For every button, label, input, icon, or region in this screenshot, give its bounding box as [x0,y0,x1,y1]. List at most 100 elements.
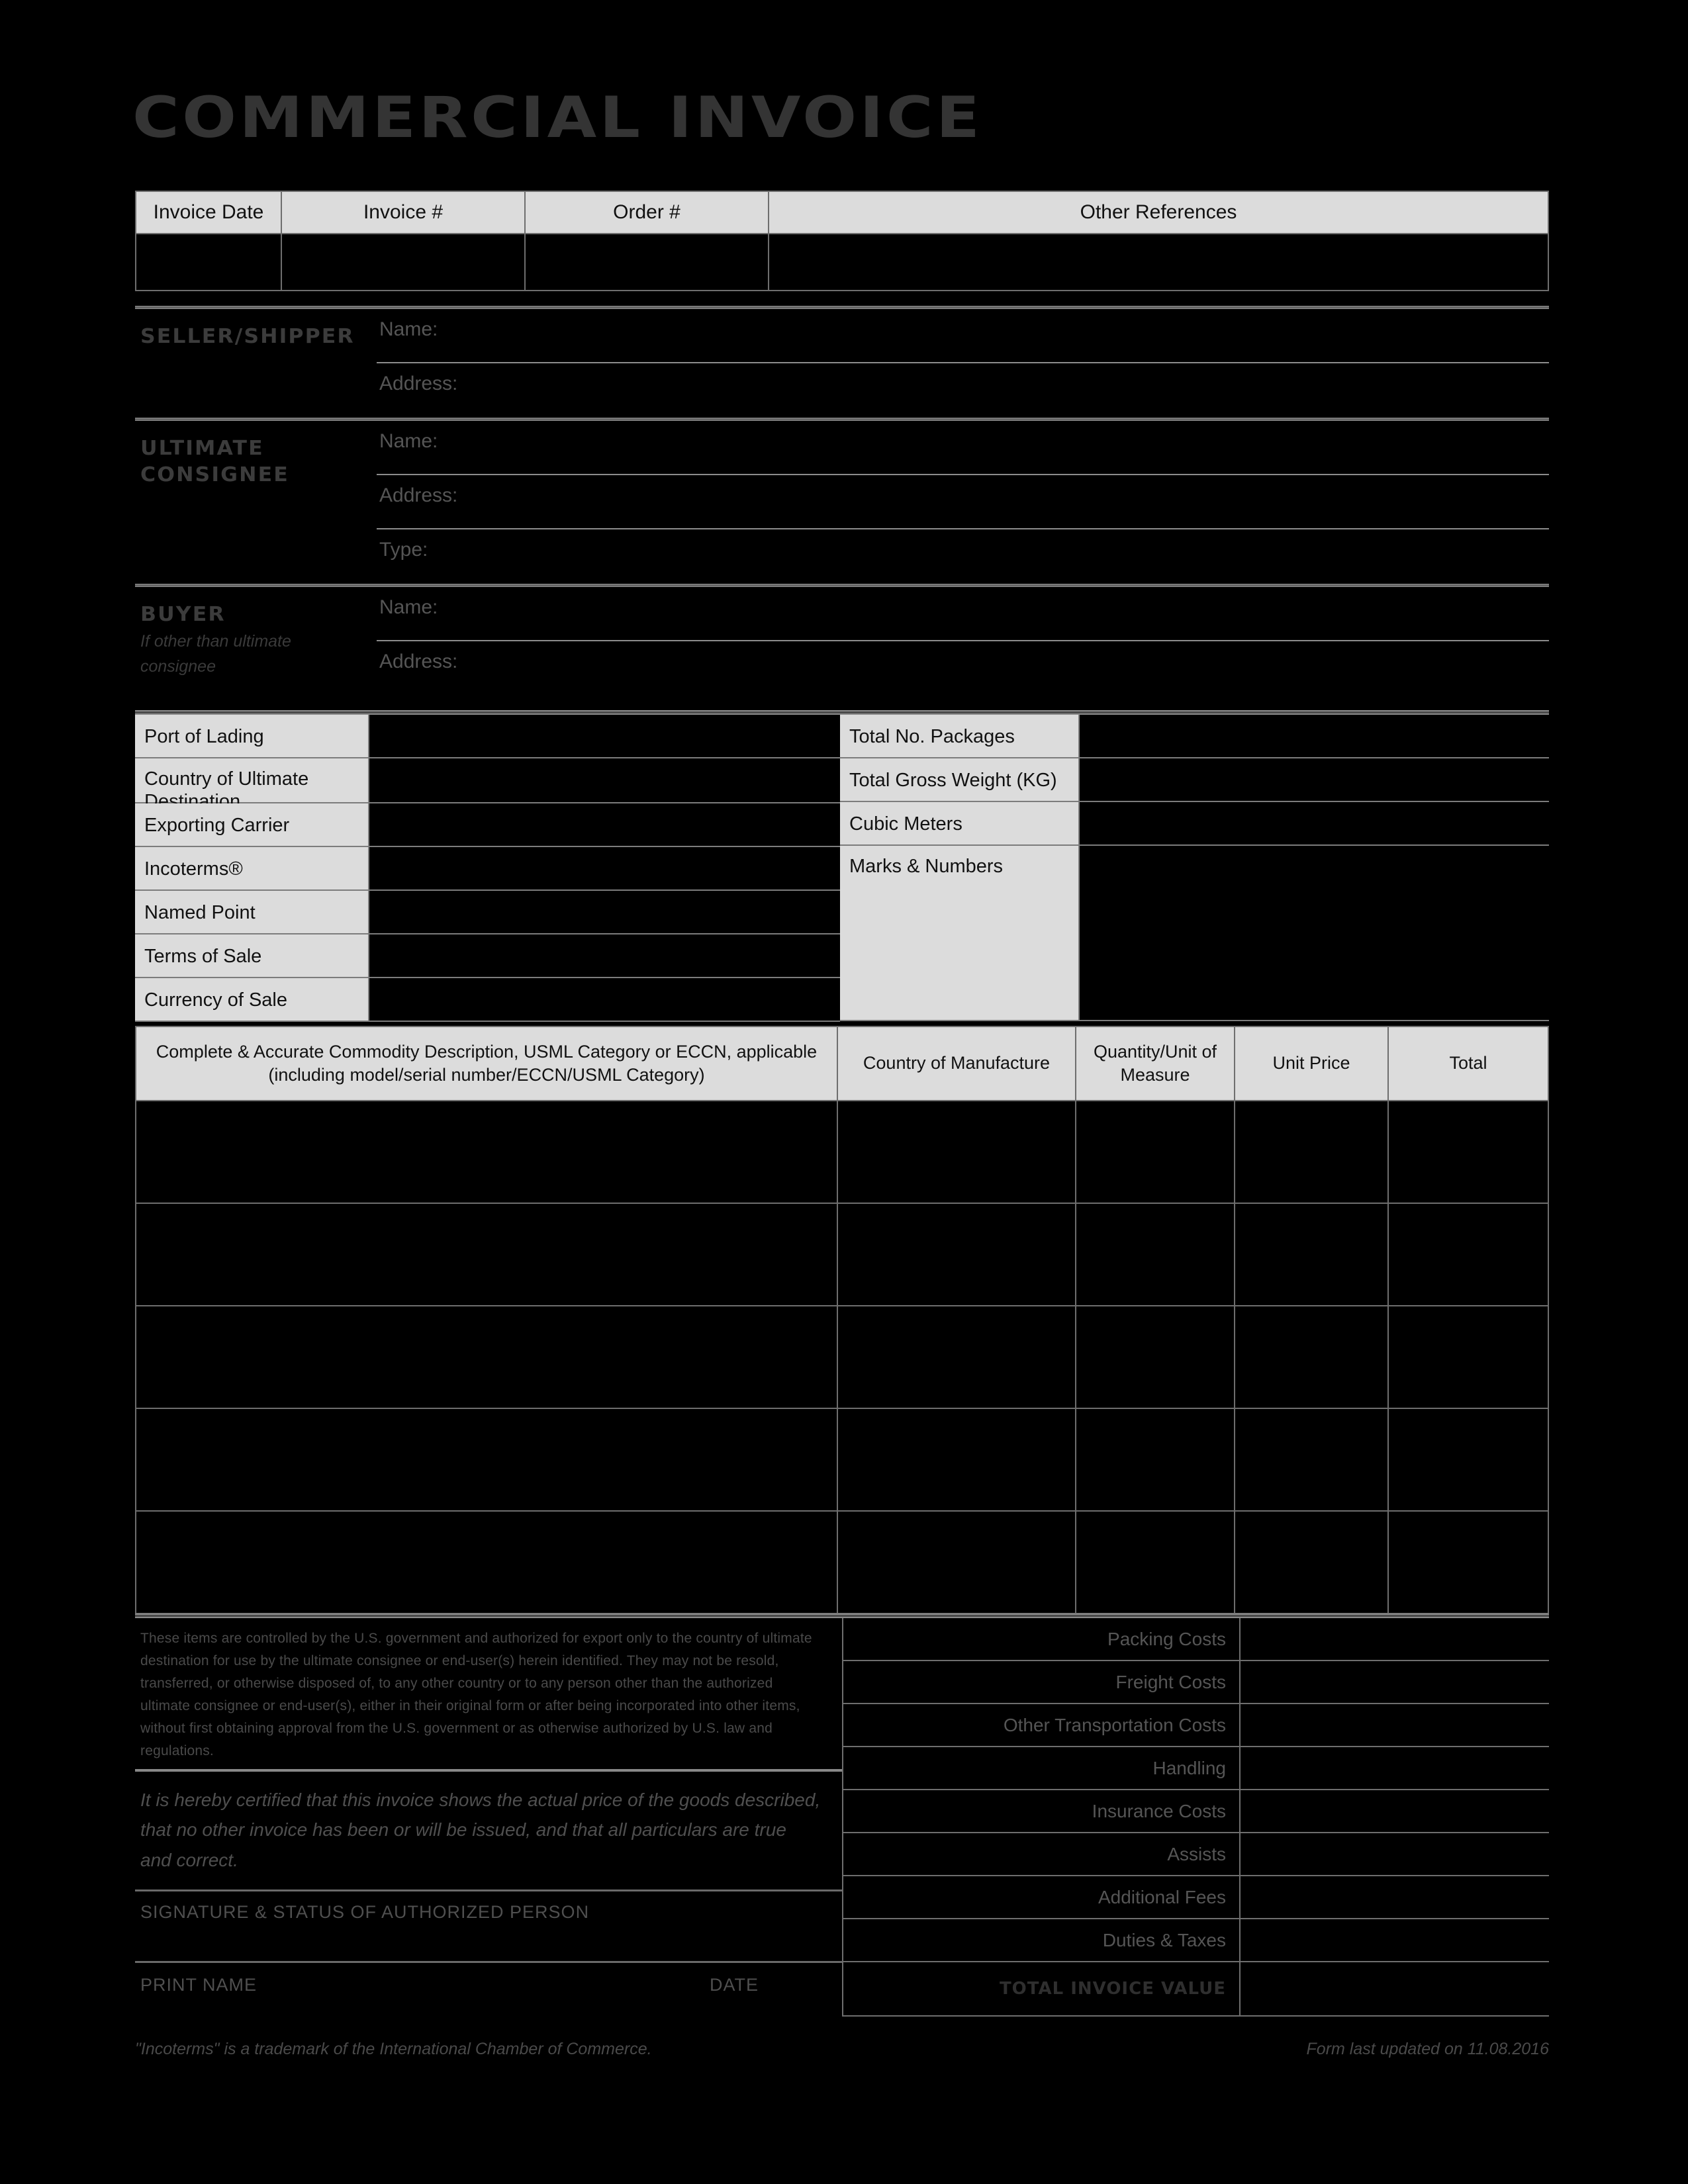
cell-total[interactable] [1387,1203,1549,1306]
input-named-point[interactable] [368,891,840,934]
seller-address-field[interactable]: Address: [377,363,1549,418]
input-port-of-lading[interactable] [368,715,840,758]
cell-country[interactable] [837,1305,1076,1409]
commodity-header-row: Complete & Accurate Commodity Descriptio… [135,1026,1549,1101]
input-total-invoice-value[interactable] [1239,1962,1549,2017]
cell-quantity[interactable] [1075,1510,1235,1614]
invoice-number-input[interactable] [281,233,526,291]
input-total-gross-weight[interactable] [1078,758,1549,802]
cell-description[interactable] [135,1305,838,1409]
commodity-table: Complete & Accurate Commodity Descriptio… [135,1026,1549,1614]
section-divider [135,1614,1549,1618]
invoice-date-input[interactable] [135,233,282,291]
input-country-of-ultimate-destination[interactable] [368,758,840,803]
cell-description[interactable] [135,1408,838,1512]
date-label[interactable]: DATE [710,1975,759,2021]
label-additional-fees: Additional Fees [842,1876,1239,1919]
cell-country[interactable] [837,1408,1076,1512]
costs-column: Packing Costs Freight Costs Other Transp… [842,1618,1549,2021]
bottom-section: These items are controlled by the U.S. g… [135,1614,1549,2021]
buyer-fields: Name: Address: [370,587,1549,696]
input-handling[interactable] [1239,1747,1549,1790]
page-title: COMMERCIAL INVOICE [132,85,983,151]
cell-description[interactable] [135,1510,838,1614]
cell-description[interactable] [135,1100,838,1204]
row-terms-of-sale: Terms of Sale [135,934,840,978]
buyer-block: BUYER If other than ultimate consignee N… [135,587,1549,696]
label-exporting-carrier: Exporting Carrier [135,803,368,847]
destination-control-statement: These items are controlled by the U.S. g… [140,1631,812,1759]
input-freight-costs[interactable] [1239,1661,1549,1704]
form-updated-note: Form last updated on 11.08.2016 [1306,2040,1549,2058]
label-incoterms: Incoterms® [135,847,368,891]
trademark-note: "Incoterms" is a trademark of the Intern… [135,2040,652,2058]
cell-quantity[interactable] [1075,1203,1235,1306]
parties-section: SELLER/SHIPPER Name: Address: ULTIMATE C… [135,306,1549,696]
input-other-transportation-costs[interactable] [1239,1704,1549,1747]
input-currency-of-sale[interactable] [368,978,840,1022]
buyer-name-field[interactable]: Name: [377,587,1549,641]
column-header-invoice-number: Invoice # [281,191,526,234]
reference-header-row: Invoice Date Invoice # Order # Other Ref… [135,191,1549,234]
label-terms-of-sale: Terms of Sale [135,934,368,978]
row-total-invoice-value: TOTAL INVOICE VALUE [842,1962,1549,2017]
cell-unit-price[interactable] [1234,1305,1389,1409]
label-other-transportation-costs: Other Transportation Costs [842,1704,1239,1747]
print-name-label[interactable]: PRINT NAME [140,1975,710,2021]
cell-unit-price[interactable] [1234,1510,1389,1614]
order-number-input[interactable] [524,233,769,291]
row-marks-and-numbers: Marks & Numbers [840,846,1549,1021]
cell-total[interactable] [1387,1510,1549,1614]
input-assists[interactable] [1239,1833,1549,1876]
input-total-no-packages[interactable] [1078,715,1549,758]
label-cubic-meters: Cubic Meters [840,802,1078,846]
seller-name-field[interactable]: Name: [377,309,1549,363]
input-insurance-costs[interactable] [1239,1790,1549,1833]
input-marks-and-numbers[interactable] [1078,846,1549,1021]
cell-quantity[interactable] [1075,1100,1235,1204]
label-handling: Handling [842,1747,1239,1790]
row-total-gross-weight: Total Gross Weight (KG) [840,758,1549,802]
other-references-input[interactable] [768,233,1549,291]
cell-total[interactable] [1387,1100,1549,1204]
row-total-no-packages: Total No. Packages [840,715,1549,758]
table-row [135,1510,1549,1614]
consignee-name-field[interactable]: Name: [377,421,1549,475]
certification-statement: It is hereby certified that this invoice… [140,1790,821,1870]
row-cubic-meters: Cubic Meters [840,802,1549,846]
column-header-invoice-date: Invoice Date [135,191,282,234]
buyer-label: BUYER [140,603,226,626]
row-freight-costs: Freight Costs [842,1661,1549,1704]
table-row [135,1203,1549,1306]
row-port-of-lading: Port of Lading [135,715,840,758]
row-handling: Handling [842,1747,1549,1790]
cell-quantity[interactable] [1075,1305,1235,1409]
cell-country[interactable] [837,1510,1076,1614]
label-country-of-ultimate-destination: Country of Ultimate Destination [135,758,368,812]
input-terms-of-sale[interactable] [368,934,840,978]
ultimate-consignee-label-cell: ULTIMATE CONSIGNEE [135,421,370,584]
cell-quantity[interactable] [1075,1408,1235,1512]
cell-unit-price[interactable] [1234,1408,1389,1512]
consignee-type-field[interactable]: Type: [377,529,1549,584]
consignee-address-field[interactable]: Address: [377,475,1549,529]
cell-country[interactable] [837,1100,1076,1204]
input-exporting-carrier[interactable] [368,803,840,847]
ultimate-consignee-label-line2: CONSIGNEE [140,463,289,486]
row-assists: Assists [842,1833,1549,1876]
cell-description[interactable] [135,1203,838,1306]
signature-label[interactable]: SIGNATURE & STATUS OF AUTHORIZED PERSON [135,1891,842,1961]
cell-unit-price[interactable] [1234,1203,1389,1306]
cell-country[interactable] [837,1203,1076,1306]
input-packing-costs[interactable] [1239,1618,1549,1661]
cell-total[interactable] [1387,1305,1549,1409]
input-cubic-meters[interactable] [1078,802,1549,846]
seller-shipper-label-cell: SELLER/SHIPPER [135,309,370,418]
buyer-address-field[interactable]: Address: [377,641,1549,696]
input-additional-fees[interactable] [1239,1876,1549,1919]
ultimate-consignee-fields: Name: Address: Type: [370,421,1549,584]
input-incoterms[interactable] [368,847,840,891]
cell-unit-price[interactable] [1234,1100,1389,1204]
input-duties-and-taxes[interactable] [1239,1919,1549,1962]
cell-total[interactable] [1387,1408,1549,1512]
